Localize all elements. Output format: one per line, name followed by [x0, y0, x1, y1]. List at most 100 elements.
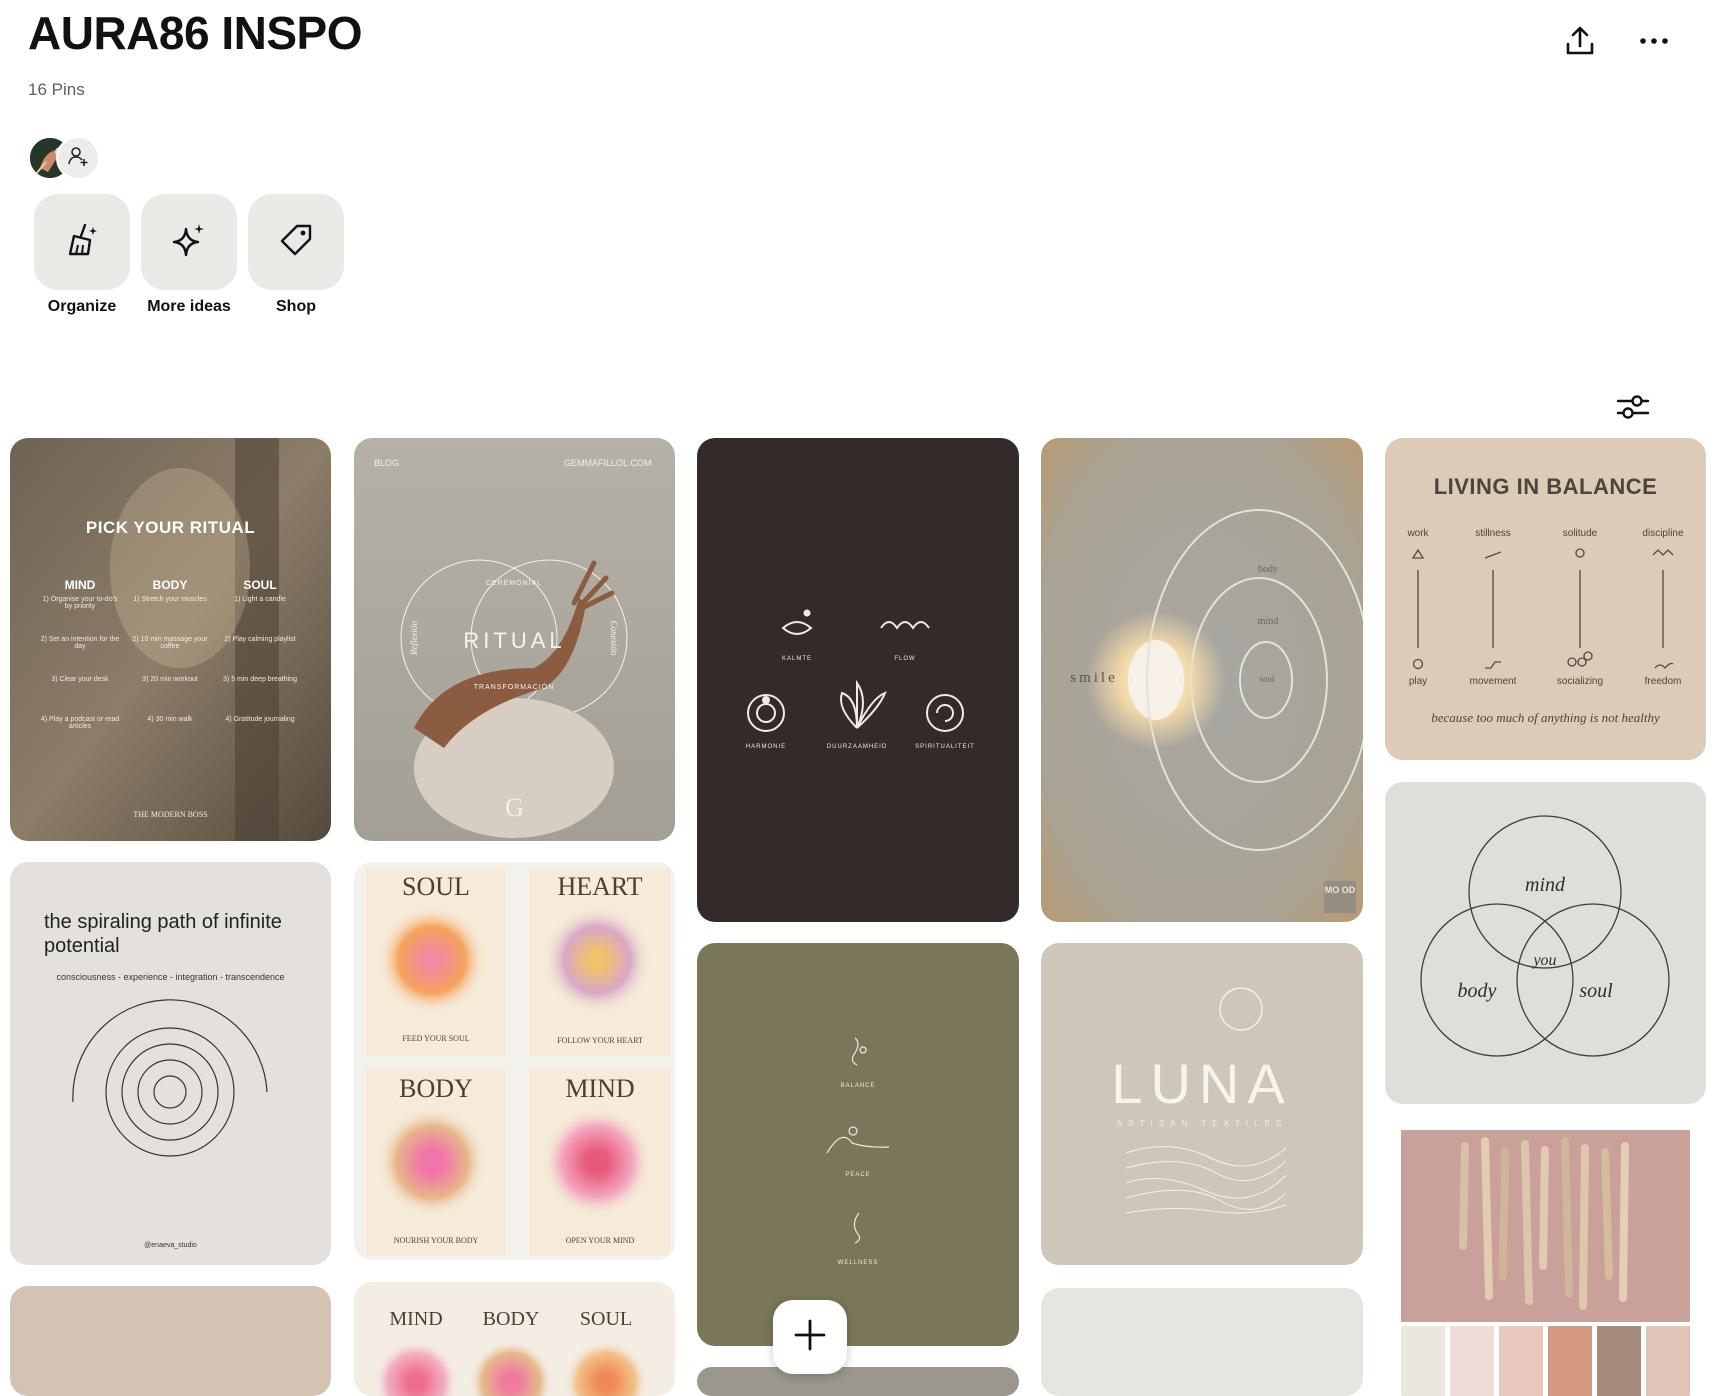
ritual-item: 1) Organise your to-do's by priority [42, 596, 118, 610]
symbol-label: KALMTE [781, 656, 812, 662]
ritual-item: 2) Set an intention for the day [40, 636, 120, 650]
three-aura-label: BODY [482, 1308, 540, 1330]
pin-grey-partial[interactable] [697, 1367, 1019, 1396]
balance-bottom-label: socializing [1556, 676, 1604, 687]
aura-card-caption: FOLLOW YOUR HEART [557, 1036, 643, 1045]
ritual-top-word: CEREMONIAL [485, 580, 543, 587]
ritual-left-word: Reflexión [409, 621, 419, 655]
balance-bottom-label: play [1408, 676, 1428, 687]
pin-living-in-balance[interactable]: LIVING IN BALANCE work stillness solitud… [1385, 438, 1706, 760]
venn-label: soul [1579, 980, 1613, 1002]
green-label: WELLNESS [837, 1260, 879, 1266]
symbol-label: FLOW [894, 656, 916, 662]
more-ideas-tile[interactable] [141, 194, 237, 290]
ritual-item: 3) Clear your desk [51, 676, 109, 683]
aura-card-title: BODY [399, 1074, 473, 1103]
ritual-item: 4) Play a podcast or read articles [40, 716, 120, 730]
ritual-item: 2) Play calming playlist [224, 636, 296, 643]
plus-icon [793, 1318, 827, 1357]
ritual-bottom-word: TRANSFORMACIÓN [473, 684, 555, 691]
pin-footer: THE MODERN BOSS [133, 810, 208, 819]
aura-card-title: SOUL [402, 872, 470, 901]
pin-beige-partial[interactable] [10, 1286, 331, 1396]
green-label: PEACE [845, 1172, 871, 1178]
spiral-handle: @enaeva_studio [144, 1242, 197, 1249]
symbol-label: SPIRITUALITEIT [915, 744, 975, 750]
pin-light-partial[interactable] [1041, 1288, 1363, 1396]
venn-label: body [1457, 980, 1497, 1002]
pin-title: PICK YOUR RITUAL [85, 518, 256, 537]
mood-badge: MO OD [1324, 885, 1356, 895]
organize-label: Organize [47, 298, 117, 315]
add-person-icon [67, 145, 89, 172]
balance-top-label: stillness [1475, 528, 1511, 539]
balance-top-label: solitude [1562, 528, 1598, 539]
ritual-item: 3) 20 min workout [142, 676, 198, 683]
symbol-label: HARMONIE [745, 744, 787, 750]
pin-green-wellness[interactable]: BALANCE PEACE WELLNESS [697, 943, 1019, 1346]
ritual-item: 1) Light a candle [234, 596, 286, 603]
balance-title: LIVING IN BALANCE [1433, 474, 1658, 499]
more-ideas-button[interactable]: More ideas [141, 194, 237, 316]
share-icon[interactable] [1557, 18, 1603, 64]
filter-icon[interactable] [1608, 382, 1658, 432]
board-title: AURA86 INSPO [28, 7, 362, 59]
pin-symbols[interactable]: KALMTE FLOW HARMONIE DUURZAAMHEID SPIRIT… [697, 438, 1019, 922]
shop-label: Shop [276, 298, 316, 315]
tag-icon [277, 221, 315, 264]
balance-top-label: work [1407, 528, 1429, 539]
smile-brand: smile [1070, 670, 1118, 686]
pin-spiral[interactable]: the spiraling path of infinite potential… [10, 862, 331, 1265]
pin-three-aura[interactable]: MIND BODY SOUL [354, 1282, 675, 1396]
ritual-item: 2) 10 min massage your coffee [132, 636, 208, 650]
pin-aura-cards[interactable]: SOUL HEART BODY MIND FEED YOUR SOUL FOLL… [354, 862, 675, 1260]
ritual-right-word: Conexión [609, 620, 619, 656]
pin-smile-wall[interactable]: smile body mind soul MO OD [1041, 438, 1363, 922]
pin-logo: G [505, 793, 524, 822]
ritual-word: RITUAL [463, 628, 566, 653]
pin-count: 16 Pins [28, 80, 85, 99]
ritual-item: 3) 5 min deep breathing [223, 676, 297, 683]
aura-card-caption: FEED YOUR SOUL [402, 1034, 470, 1043]
balance-bottom-label: movement [1469, 676, 1517, 687]
sparkle-icon [170, 221, 208, 264]
create-pin-button[interactable] [773, 1300, 847, 1374]
three-aura-label: MIND [389, 1308, 443, 1330]
three-aura-label: SOUL [579, 1308, 633, 1330]
pin-pick-your-ritual[interactable]: PICK YOUR RITUAL MIND BODY SOUL 1) Organ… [10, 438, 331, 841]
venn-label: mind [1525, 874, 1565, 896]
ritual-col-head: BODY [152, 578, 188, 592]
pin-luna[interactable]: LUNA ARTISAN TEXTILES [1041, 943, 1363, 1265]
symbol-label: DUURZAAMHEID [826, 744, 888, 750]
collaborators [28, 136, 108, 180]
more-ideas-label: More ideas [147, 298, 231, 315]
pin-site-label: GEMMAFILLOL.COM [564, 458, 652, 468]
ring-label: mind [1257, 616, 1279, 627]
aura-card-title: MIND [565, 1074, 635, 1103]
ritual-item: 4) 30 min walk [147, 716, 193, 723]
ring-label: body [1258, 564, 1278, 575]
balance-top-label: discipline [1642, 528, 1684, 539]
pin-blog-label: BLOG [374, 458, 400, 468]
pin-ritual-circles[interactable]: BLOG GEMMAFILLOL.COM RITUAL CEREMONIAL T… [354, 438, 675, 841]
add-collaborator-button[interactable] [56, 136, 100, 180]
organize-tile[interactable] [34, 194, 130, 290]
luna-subtitle: ARTISAN TEXTILES [1116, 1119, 1288, 1128]
pin-venn[interactable]: mind body soul you [1385, 782, 1706, 1104]
more-icon[interactable] [1631, 18, 1677, 64]
broom-icon [63, 221, 101, 264]
aura-card-caption: OPEN YOUR MIND [565, 1236, 635, 1245]
ring-label: soul [1259, 674, 1275, 684]
aura-card-caption: NOURISH YOUR BODY [393, 1236, 479, 1245]
venn-label: you [1533, 952, 1557, 969]
ritual-item: 4) Gratitude journaling [225, 716, 295, 723]
green-label: BALANCE [840, 1083, 876, 1089]
luna-wordmark: LUNA [1111, 1052, 1293, 1115]
shop-tile[interactable] [248, 194, 344, 290]
organize-button[interactable]: Organize [34, 194, 130, 316]
ritual-col-head: MIND [64, 578, 96, 592]
balance-caption: because too much of anything is not heal… [1431, 710, 1660, 725]
shop-button[interactable]: Shop [248, 194, 344, 316]
pin-moodboard[interactable] [1385, 1126, 1706, 1396]
aura-card-title: HEART [557, 872, 643, 901]
